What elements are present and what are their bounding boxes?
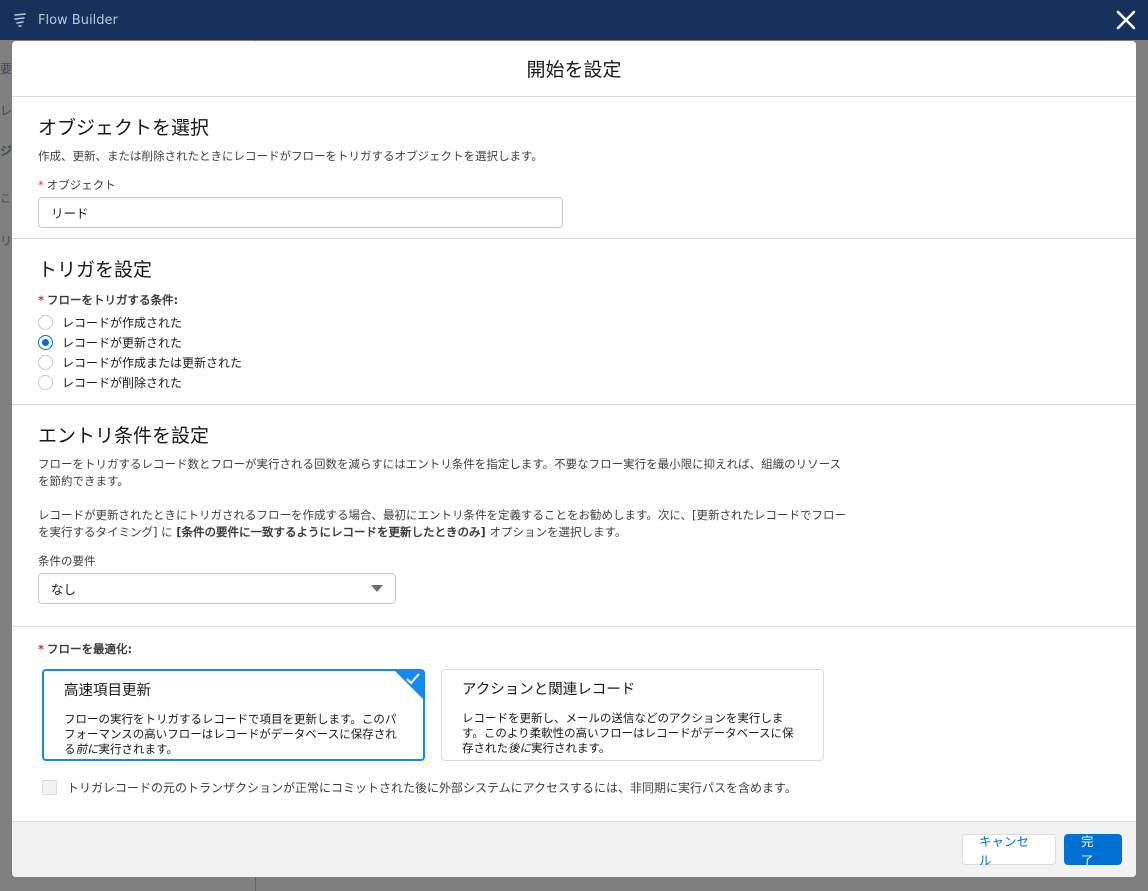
trigger-option[interactable]: レコードが更新された [38, 332, 1110, 352]
entry-description-2-tail: オプションを選択します。 [485, 525, 627, 539]
trigger-field-label: * フローをトリガする条件: [38, 292, 1110, 308]
required-marker: * [38, 642, 45, 656]
object-field-label-text: オブジェクト [46, 178, 116, 192]
async-path-label: トリガレコードの元のトランザクションが正常にコミットされた後に外部システムにアク… [67, 781, 797, 795]
optimize-section: * フローを最適化: 高速項目更新 フローの実行をトリガするレコードで項目を更新し… [12, 627, 1136, 812]
optimize-field-label: * フローを最適化: [38, 641, 1110, 657]
entry-description-2: レコードが更新されたときにトリガされるフローを作成する場合、最初にエントリ条件を… [38, 507, 848, 541]
flow-builder-logo-icon [14, 13, 26, 27]
optimize-field-label-text: フローを最適化: [47, 642, 133, 656]
trigger-section-heading: トリガを設定 [38, 259, 153, 281]
entry-description-1: フローをトリガするレコード数とフローが実行される回数を減らすにはエントリ条件を指… [38, 457, 842, 488]
trigger-option-label: レコードが作成または更新された [62, 355, 243, 370]
entry-conditions-section: エントリ条件を設定 フローをトリガするレコード数とフローが実行される回数を減らす… [12, 405, 1136, 627]
radio-button[interactable] [38, 334, 53, 350]
trigger-radio-group: レコードが作成された レコードが更新されたレコードが作成または更新された レコードが… [38, 312, 1110, 392]
card-description-emphasis: 前に [75, 742, 99, 756]
card-description: フローの実行をトリガするレコードで項目を更新します。このパフォーマンスの高いフロ… [64, 712, 403, 757]
card-description-tail: 実行されます。 [98, 742, 178, 756]
condition-requirements-value: なし [51, 582, 77, 597]
card-title: 高速項目更新 [64, 683, 151, 699]
object-input[interactable]: リード [38, 197, 563, 228]
async-path-option: トリガレコードの元のトランザクションが正常にコミットされた後に外部システムにアク… [42, 779, 1110, 796]
cancel-button[interactable]: キャンセル [962, 834, 1056, 868]
trigger-option[interactable]: レコードが作成された [38, 312, 1110, 332]
trigger-option-label: レコードが更新された [62, 335, 183, 350]
modal-title: 開始を設定 [526, 59, 622, 81]
fast-field-updates-card[interactable]: 高速項目更新 フローの実行をトリガするレコードで項目を更新します。このパフォーマ… [42, 669, 425, 761]
card-description: レコードを更新し、メールの送信などのアクションを実行します。このより柔軟性の高い… [462, 711, 803, 756]
required-marker: * [38, 293, 45, 307]
close-icon[interactable] [1112, 6, 1140, 34]
trigger-field-label-text: フローをトリガする条件: [47, 293, 179, 307]
object-section-heading: オブジェクトを選択 [38, 117, 210, 139]
object-section: オブジェクトを選択 作成、更新、または削除されたときにレコードがフローをトリガす… [12, 97, 1136, 239]
modal-footer: キャンセル 完了 [12, 821, 1136, 877]
condition-requirements-label: 条件の要件 [38, 554, 96, 568]
object-section-description: 作成、更新、または削除されたときにレコードがフローをトリガするオブジェクトを選択… [38, 149, 543, 163]
radio-button[interactable] [38, 374, 53, 390]
required-marker: * [38, 178, 44, 192]
object-field-label: * オブジェクト [38, 177, 1110, 193]
trigger-option[interactable]: レコードが作成または更新された [38, 352, 1110, 372]
app-title: Flow Builder [38, 12, 118, 28]
modal-header: 開始を設定 [12, 41, 1136, 97]
background-tab: 要 [0, 62, 12, 76]
trigger-option[interactable]: レコードが削除された [38, 372, 1110, 392]
background-tab: この [0, 192, 11, 210]
configure-start-modal: 開始を設定 オブジェクトを選択 作成、更新、または削除されたときにレコードがフロ… [12, 41, 1136, 877]
trigger-option-label: レコードが作成された [62, 315, 183, 330]
background-tab: レ [0, 104, 12, 118]
async-path-checkbox[interactable] [42, 780, 57, 795]
optimize-cards: 高速項目更新 フローの実行をトリガするレコードで項目を更新します。このパフォーマ… [42, 669, 1110, 761]
trigger-option-label: レコードが削除された [62, 375, 183, 390]
actions-related-records-card[interactable]: アクションと関連レコード レコードを更新し、メールの送信などのアクションを実行し… [441, 669, 824, 761]
card-description-emphasis: 後に [508, 741, 531, 755]
entry-description-2-bold: [条件の要件に一致するようにレコードを更新したときのみ] [176, 525, 486, 539]
check-icon [406, 673, 420, 685]
condition-requirements-select[interactable]: なし [38, 573, 396, 604]
background-tab: ジ [0, 144, 12, 158]
radio-button[interactable] [38, 314, 53, 330]
radio-button[interactable] [38, 354, 53, 370]
trigger-section: トリガを設定 * フローをトリガする条件: レコードが作成された レコードが更新され… [12, 239, 1136, 405]
chevron-down-icon [371, 585, 383, 592]
card-title: アクションと関連レコード [462, 682, 636, 698]
app-topbar: Flow Builder [0, 0, 1148, 40]
background-tab: リ [0, 234, 12, 248]
entry-section-heading: エントリ条件を設定 [38, 425, 210, 447]
done-button[interactable]: 完了 [1064, 834, 1122, 868]
modal-body: オブジェクトを選択 作成、更新、または削除されたときにレコードがフローをトリガす… [12, 97, 1136, 821]
card-description-tail: 実行されます。 [531, 741, 611, 755]
